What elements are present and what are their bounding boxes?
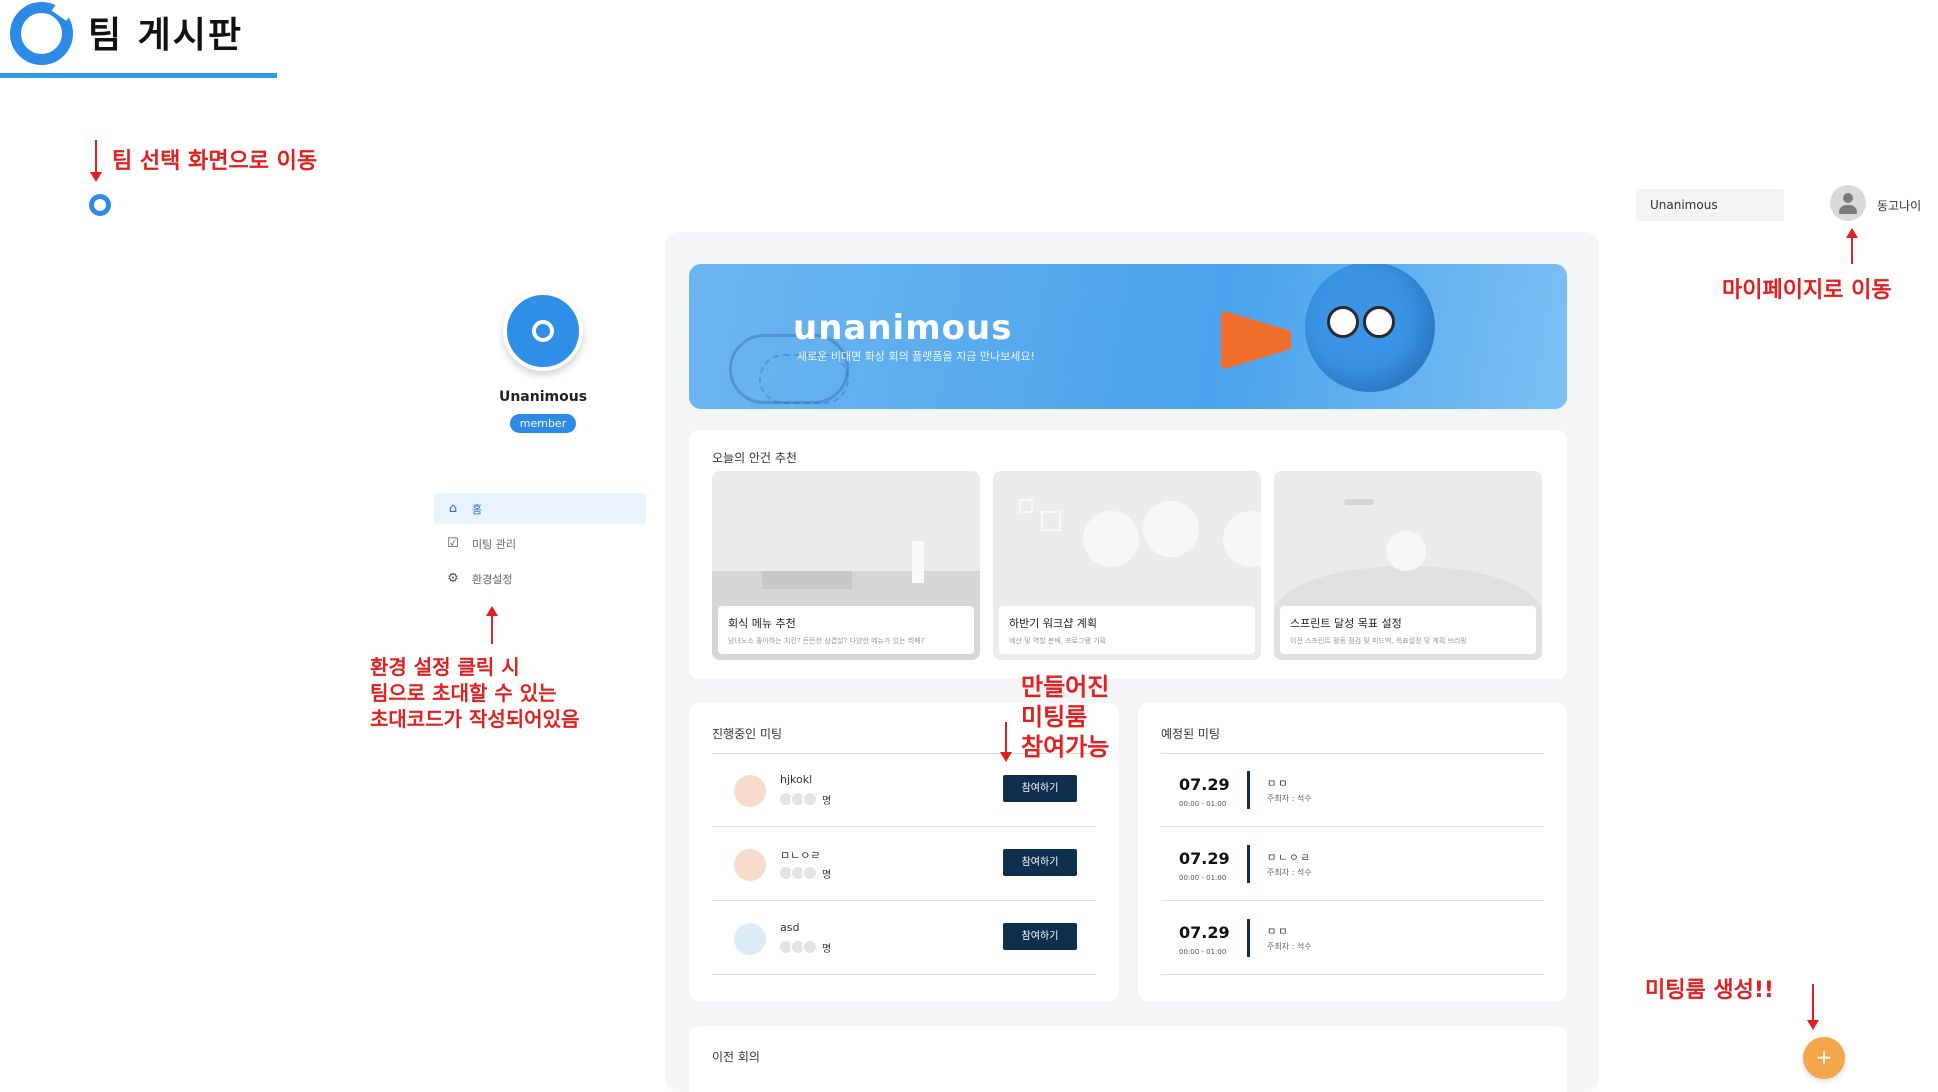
participant-dots: 명	[778, 865, 831, 881]
annotation-settings: 환경 설정 클릭 시 팀으로 초대할 수 있는 초대코드가 작성되어있음	[370, 655, 580, 731]
meeting-row: asd 명 참여하기	[712, 901, 1096, 975]
annotation-create: 미팅룸 생성!!	[1645, 978, 1774, 1003]
section-title: 예정된 미팅	[1161, 727, 1221, 741]
join-button[interactable]: 참여하기	[1003, 923, 1077, 950]
page-title: 팀 게시판	[88, 15, 244, 56]
scheduled-row[interactable]: 07.29 00:00 - 01:00 ㅁㅁ 주최자 : 석수	[1161, 901, 1544, 975]
create-meeting-button[interactable]: +	[1803, 1037, 1845, 1079]
annotation-arrow	[1807, 984, 1819, 1030]
annotation-team-select: 팀 선택 화면으로 이동	[112, 149, 318, 174]
participant-dots: 명	[778, 791, 831, 807]
agenda-card-title: 하반기 워크샵 계획	[1009, 617, 1097, 630]
scheduled-meetings-section: 예정된 미팅 07.29 00:00 - 01:00 ㅁㅁ 주최자 : 석수 0…	[1138, 703, 1567, 1001]
clock-icon	[734, 775, 766, 807]
agenda-card-desc: 남녀노소 좋아하는 치킨? 든든한 삼겹살? 다양한 메뉴가 있는 뷔페?	[728, 637, 925, 645]
agenda-card-title: 회식 메뉴 추천	[728, 617, 796, 630]
meeting-time: 00:00 - 01:00	[1179, 800, 1227, 808]
user-icon	[1843, 193, 1853, 203]
megaphone-icon	[1221, 310, 1291, 370]
meeting-name: ㅁㄴㅇㄹ	[780, 849, 821, 862]
app-logo-icon	[10, 2, 73, 65]
agenda-card[interactable]: 하반기 워크샵 계획 예산 및 역할 분배, 프로그램 기획	[993, 471, 1261, 660]
meeting-row: hjkokl 명 참여하기	[712, 753, 1096, 827]
sidebar-item-label: 홈	[472, 502, 483, 516]
annotation-arrow	[486, 606, 498, 644]
meeting-host: 주최자 : 석수	[1267, 868, 1312, 877]
scheduled-row[interactable]: 07.29 00:00 - 01:00 ㅁㅁ 주최자 : 석수	[1161, 753, 1544, 827]
meeting-name: asd	[780, 921, 800, 934]
agenda-card-desc: 이전 스프린트 활동 점검 및 피드백, 목표설정 및 계획 브리핑	[1290, 637, 1467, 645]
meeting-title: ㅁㅁ	[1267, 927, 1290, 938]
header-underline	[0, 73, 277, 78]
agenda-card-desc: 예산 및 역할 분배, 프로그램 기획	[1009, 637, 1107, 645]
meeting-host: 주최자 : 석수	[1267, 942, 1312, 951]
meeting-row: ㅁㄴㅇㄹ 명 참여하기	[712, 827, 1096, 901]
annotation-mypage: 마이페이지로 이동	[1722, 278, 1892, 303]
annotation-arrow	[1000, 722, 1012, 762]
team-logo-icon	[532, 320, 554, 342]
promo-banner: unanimous 새로운 비대면 화상 회의 플랫폼을 지금 만나보세요!	[689, 264, 1567, 409]
scheduled-row[interactable]: 07.29 00:00 - 01:00 ㅁㄴㅇㄹ 주최자 : 석수	[1161, 827, 1544, 901]
agenda-card[interactable]: 스프린트 달성 목표 설정 이전 스프린트 활동 점검 및 피드백, 목표설정 …	[1274, 471, 1542, 660]
join-button[interactable]: 참여하기	[1003, 849, 1077, 876]
team-avatar	[503, 291, 583, 371]
participant-dots: 명	[778, 939, 831, 955]
section-title: 이전 회의	[712, 1050, 760, 1064]
sidebar-item-home[interactable]: ⌂ 홈	[434, 493, 646, 524]
avatar[interactable]	[1830, 185, 1866, 221]
annotation-arrow	[90, 140, 102, 182]
calendar-check-icon: ☑	[447, 536, 459, 551]
gear-icon: ⚙	[447, 571, 459, 586]
meeting-date: 07.29	[1179, 849, 1230, 868]
team-select-logo-icon[interactable]	[89, 194, 111, 216]
annotation-join: 만들어진 미팅룸 참여가능	[1021, 673, 1110, 761]
banner-subtitle: 새로운 비대면 화상 회의 플랫폼을 지금 만나보세요!	[797, 350, 1035, 363]
meeting-title: ㅁㄴㅇㄹ	[1267, 853, 1312, 864]
meeting-name: hjkokl	[780, 773, 813, 786]
home-icon: ⌂	[448, 501, 458, 516]
role-badge: member	[510, 414, 576, 433]
meeting-title: ㅁㅁ	[1267, 779, 1290, 790]
clock-icon	[734, 849, 766, 881]
utensils-icon	[734, 923, 766, 955]
agenda-section: 오늘의 안건 추천 회식 메뉴 추천 남녀노소 좋아하는 치킨? 든든한 삼겹살…	[689, 430, 1567, 679]
meeting-time: 00:00 - 01:00	[1179, 874, 1227, 882]
banner-title: unanimous	[793, 308, 1013, 348]
sidebar-item-label: 환경설정	[472, 572, 513, 586]
sidebar-item-label: 미팅 관리	[472, 537, 516, 551]
agenda-card[interactable]: 회식 메뉴 추천 남녀노소 좋아하는 치킨? 든든한 삼겹살? 다양한 메뉴가 …	[712, 471, 980, 660]
annotation-arrow	[1846, 228, 1858, 264]
meeting-date: 07.29	[1179, 775, 1230, 794]
sidebar-item-meeting-manage[interactable]: ☑ 미팅 관리	[434, 528, 646, 559]
agenda-card-title: 스프린트 달성 목표 설정	[1290, 617, 1402, 630]
section-title: 진행중인 미팅	[712, 727, 783, 741]
team-name: Unanimous	[498, 389, 588, 405]
user-name[interactable]: 동고나이	[1877, 197, 1921, 214]
mascot-illustration	[1305, 264, 1435, 392]
previous-meetings-section: 이전 회의	[689, 1026, 1567, 1092]
team-select-dropdown[interactable]: Unanimous	[1636, 189, 1784, 221]
sidebar-item-settings[interactable]: ⚙ 환경설정	[434, 563, 646, 594]
join-button[interactable]: 참여하기	[1003, 775, 1077, 802]
meeting-time: 00:00 - 01:00	[1179, 948, 1227, 956]
meeting-host: 주최자 : 석수	[1267, 794, 1312, 803]
section-title: 오늘의 안건 추천	[712, 451, 797, 465]
meeting-date: 07.29	[1179, 923, 1230, 942]
